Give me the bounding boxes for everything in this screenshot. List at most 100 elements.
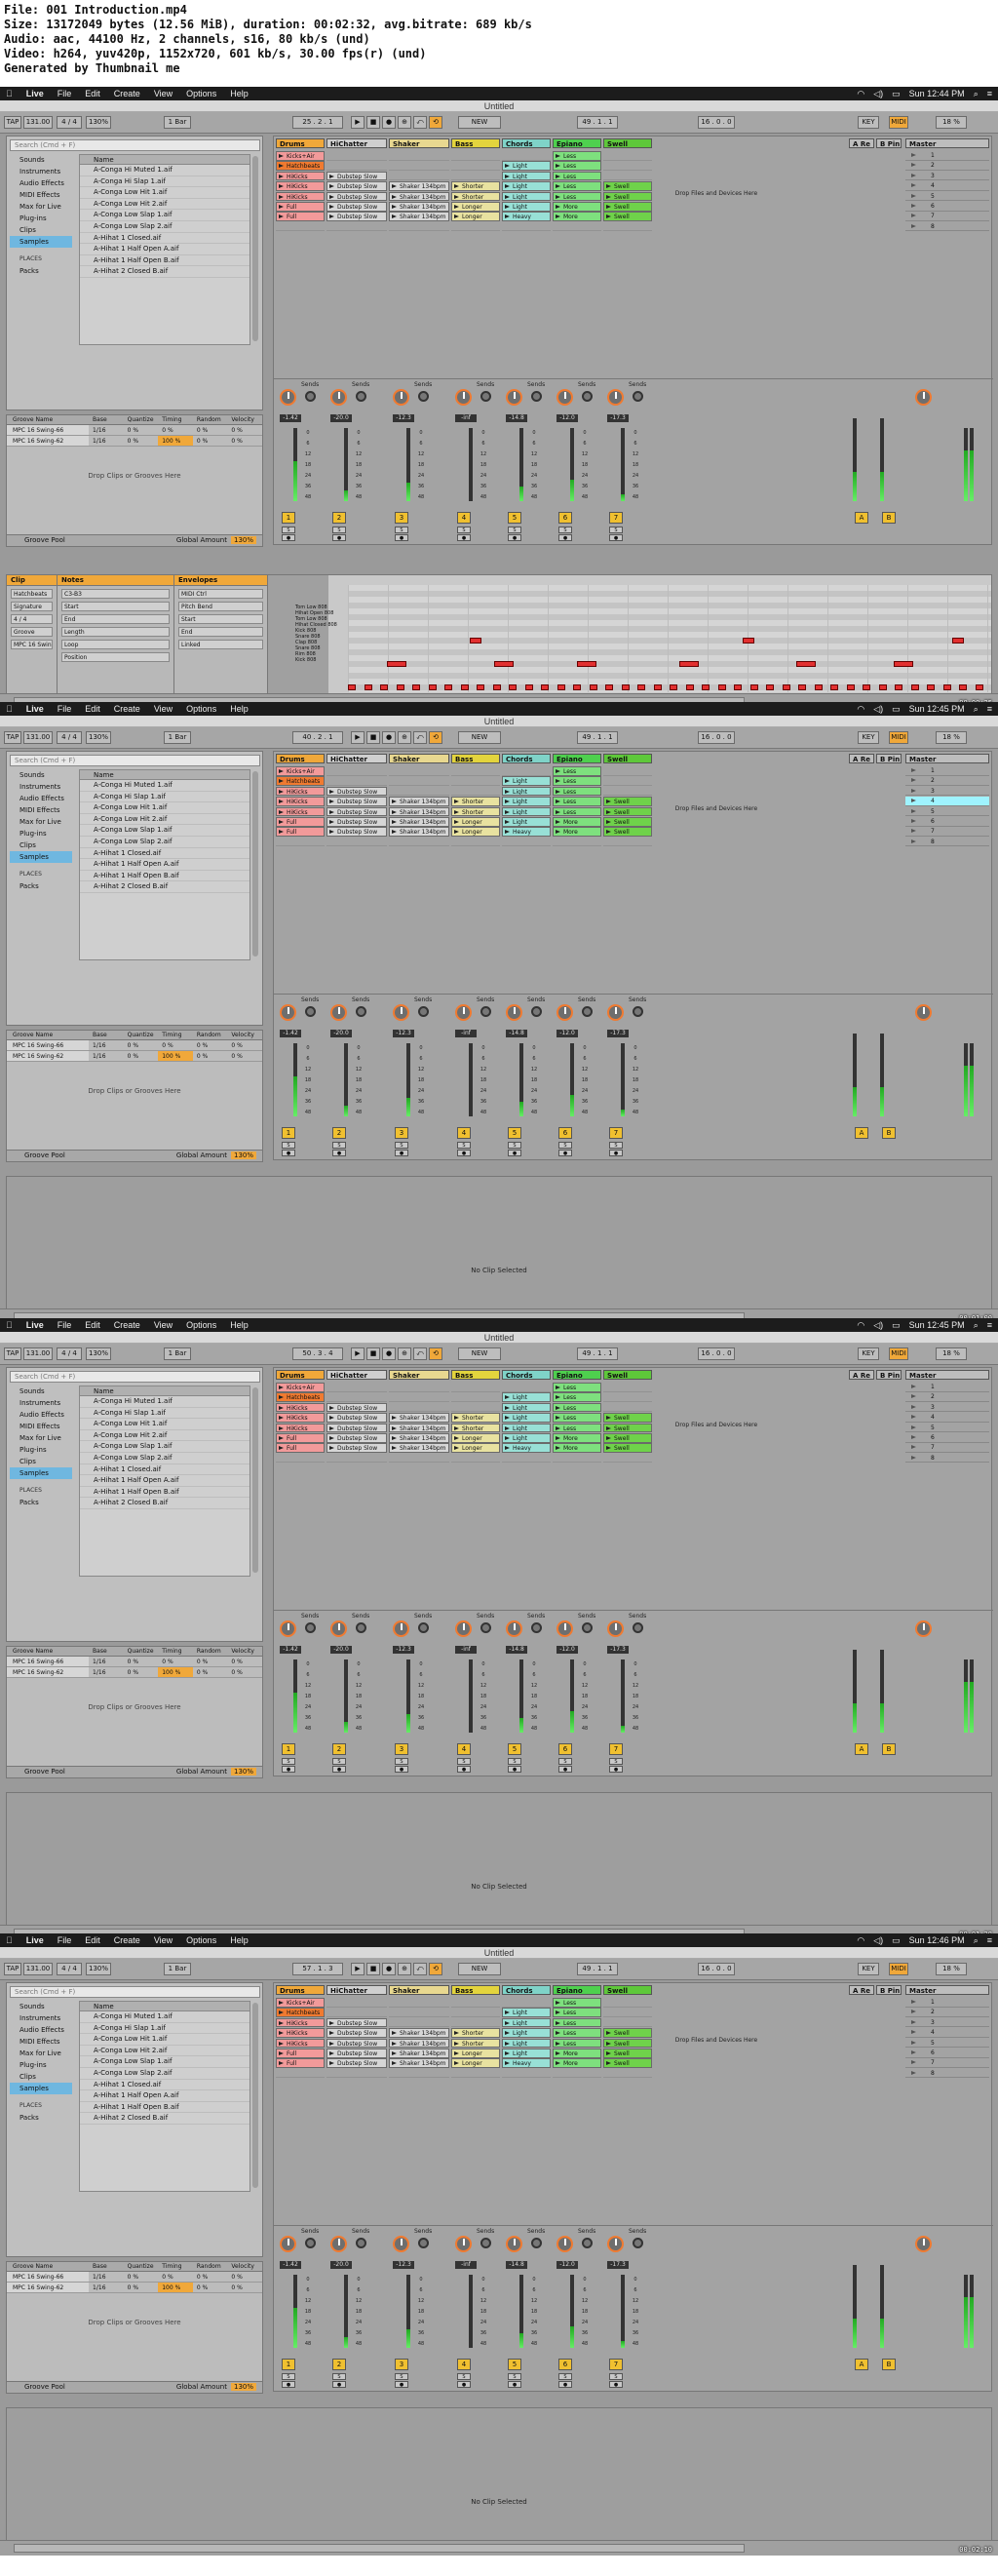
- solo-button[interactable]: S: [395, 1142, 408, 1149]
- stop-button[interactable]: ■: [366, 116, 380, 129]
- groove-cell[interactable]: 0 %: [193, 1667, 228, 1677]
- category-item[interactable]: MIDI Effects: [10, 804, 72, 816]
- list-icon[interactable]: ≡: [987, 1935, 992, 1945]
- track-header[interactable]: Shaker: [389, 1370, 449, 1380]
- volume-readout[interactable]: -14.8: [506, 1030, 527, 1037]
- clip-slot[interactable]: Full: [276, 2058, 325, 2068]
- clip-slot[interactable]: Dubstep Slow: [326, 797, 387, 806]
- clip-slot[interactable]: More: [553, 2058, 601, 2068]
- clip-slot[interactable]: Dubstep Slow: [326, 1402, 387, 1413]
- clip-field[interactable]: Start: [61, 602, 170, 611]
- empty-slot[interactable]: [326, 2069, 387, 2079]
- clip-slot[interactable]: Less: [553, 2008, 601, 2017]
- clip-slot[interactable]: Less: [553, 191, 601, 202]
- menu-edit[interactable]: Edit: [85, 89, 100, 98]
- clip-slot[interactable]: HiKicks: [276, 2028, 325, 2038]
- return-track-header[interactable]: A Re: [849, 754, 874, 763]
- volume-readout[interactable]: -20.0: [330, 1030, 352, 1037]
- arm-button[interactable]: ●: [508, 2381, 521, 2388]
- track-activator[interactable]: 1: [282, 512, 295, 524]
- list-item[interactable]: A-Conga Low Hit 2.aif: [80, 2046, 250, 2057]
- packs-item[interactable]: Packs: [10, 880, 72, 892]
- solo-button[interactable]: S: [508, 1758, 521, 1765]
- return-track-header[interactable]: B Pin: [876, 754, 902, 763]
- empty-slot[interactable]: [603, 2069, 652, 2079]
- send-knob[interactable]: [418, 391, 429, 402]
- track-activator[interactable]: 4: [457, 512, 471, 524]
- midi-note[interactable]: [878, 684, 887, 690]
- solo-button[interactable]: S: [508, 2373, 521, 2380]
- empty-slot[interactable]: [451, 766, 500, 776]
- clip-slot[interactable]: Dubstep Slow: [326, 1423, 387, 1433]
- clock[interactable]: Sun 12:46 PM: [909, 1935, 965, 1945]
- send-knob[interactable]: [531, 1622, 542, 1633]
- groove-cell[interactable]: 0 %: [124, 2283, 159, 2292]
- overdub-button[interactable]: ⊕: [398, 116, 411, 129]
- list-icon[interactable]: ≡: [987, 89, 992, 98]
- arm-button[interactable]: ●: [332, 2381, 346, 2388]
- clip-slot[interactable]: Full: [276, 1443, 325, 1453]
- midi-note[interactable]: [412, 684, 420, 690]
- return-track-header[interactable]: B Pin: [876, 138, 902, 148]
- send-knob[interactable]: [305, 1006, 316, 1017]
- wifi-icon[interactable]: ◠: [857, 704, 864, 715]
- loop-start[interactable]: 49 . 1 . 1: [577, 116, 618, 129]
- midi-map-button[interactable]: MIDI: [889, 1963, 908, 1975]
- packs-item[interactable]: Packs: [10, 2112, 72, 2124]
- clip-slot[interactable]: Kicks+Air: [276, 151, 325, 161]
- clip-slot[interactable]: More: [553, 1443, 601, 1453]
- packs-item[interactable]: Packs: [10, 1497, 72, 1508]
- clock[interactable]: Sun 12:44 PM: [909, 89, 965, 98]
- clip-slot[interactable]: Dubstep Slow: [326, 2017, 387, 2028]
- clip-slot[interactable]: Dubstep Slow: [326, 2028, 387, 2038]
- send-knob[interactable]: [531, 2238, 542, 2248]
- solo-button[interactable]: S: [609, 1758, 623, 1765]
- midi-note[interactable]: [428, 684, 437, 690]
- scene-launch[interactable]: 5: [905, 2039, 989, 2049]
- menu-view[interactable]: View: [154, 704, 173, 714]
- clip-slot[interactable]: Light: [502, 806, 551, 817]
- name-column-header[interactable]: Name: [80, 155, 250, 165]
- global-amount-value[interactable]: 130%: [230, 1768, 256, 1776]
- send-knob[interactable]: [418, 2238, 429, 2248]
- track-activator[interactable]: 6: [558, 1743, 572, 1755]
- empty-slot[interactable]: [389, 766, 449, 776]
- clip-slot[interactable]: Shaker 134bpm: [389, 1443, 449, 1453]
- volume-icon[interactable]: ◁): [873, 1935, 883, 1946]
- clip-slot[interactable]: Longer: [451, 212, 500, 221]
- empty-slot[interactable]: [326, 1454, 387, 1464]
- clip-slot[interactable]: Shorter: [451, 191, 500, 202]
- clip-slot[interactable]: Light: [502, 161, 551, 171]
- track-activator[interactable]: 6: [558, 512, 572, 524]
- arrangement-position[interactable]: 40 . 2 . 1: [292, 731, 343, 744]
- scene-launch[interactable]: 3: [905, 2018, 989, 2028]
- return-activator[interactable]: B: [882, 512, 896, 524]
- key-map-button[interactable]: KEY: [858, 1347, 879, 1360]
- scene-launch[interactable]: 8: [905, 2069, 989, 2079]
- clip-slot[interactable]: Less: [553, 2038, 601, 2049]
- clip-slot[interactable]: Kicks+Air: [276, 1998, 325, 2008]
- signature-field[interactable]: 4 / 4: [57, 1347, 82, 1360]
- loop-start[interactable]: 49 . 1 . 1: [577, 1963, 618, 1975]
- pan-knob[interactable]: [393, 2236, 409, 2252]
- track-activator[interactable]: 5: [508, 2359, 521, 2370]
- list-item[interactable]: A-Conga Hi Slap 1.aif: [80, 792, 250, 803]
- list-item[interactable]: A-Conga Low Hit 1.aif: [80, 802, 250, 814]
- list-item[interactable]: A-Conga Hi Muted 1.aif: [80, 780, 250, 792]
- groove-cell[interactable]: 0 %: [158, 1040, 193, 1050]
- arm-button[interactable]: ●: [508, 534, 521, 541]
- send-knob[interactable]: [480, 391, 491, 402]
- new-button[interactable]: NEW: [458, 1963, 501, 1975]
- track-activator[interactable]: 4: [457, 1127, 471, 1139]
- volume-readout[interactable]: -17.3: [607, 1646, 629, 1654]
- empty-slot[interactable]: [326, 776, 387, 786]
- scene-launch[interactable]: 3: [905, 172, 989, 181]
- solo-button[interactable]: S: [395, 2373, 408, 2380]
- empty-slot[interactable]: [451, 151, 500, 161]
- groove-cell[interactable]: 0 %: [124, 436, 159, 446]
- clip-slot[interactable]: Shaker 134bpm: [389, 1423, 449, 1433]
- clip-slot[interactable]: Shaker 134bpm: [389, 2049, 449, 2058]
- groove-cell[interactable]: 0 %: [227, 2272, 262, 2282]
- clip-slot[interactable]: Shorter: [451, 797, 500, 806]
- groove-cell[interactable]: 0 %: [227, 1667, 262, 1677]
